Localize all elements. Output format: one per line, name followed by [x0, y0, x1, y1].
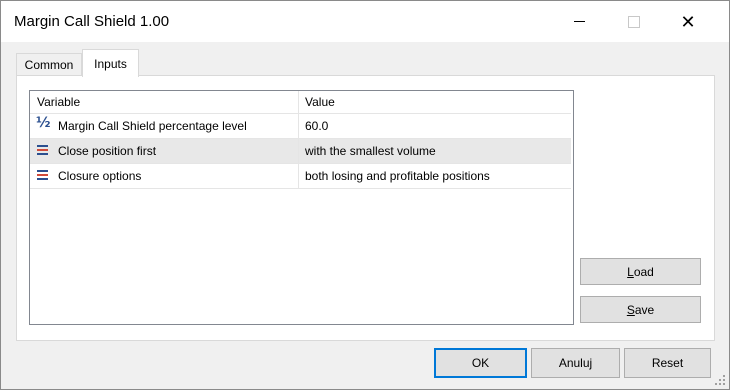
load-accelerator: L [627, 264, 634, 279]
table-row[interactable]: ½ Margin Call Shield percentage level 60… [30, 114, 571, 139]
grid-header: Variable Value [30, 91, 571, 114]
inputs-panel: Variable Value ½ Margin Call Shield perc… [16, 75, 715, 341]
maximize-icon [628, 15, 640, 28]
resize-grip-icon[interactable] [715, 375, 725, 385]
window-title: Margin Call Shield 1.00 [14, 13, 170, 30]
row-value[interactable]: with the smallest volume [305, 144, 436, 158]
tab-inputs[interactable]: Inputs [82, 49, 139, 77]
save-accelerator: S [626, 302, 635, 317]
column-header-variable[interactable]: Variable [37, 95, 80, 109]
table-row[interactable]: Closure options both losing and profitab… [30, 164, 571, 189]
close-button[interactable]: ✕ [665, 1, 711, 42]
column-divider[interactable] [298, 91, 299, 113]
minimize-button[interactable] [556, 1, 602, 42]
load-label: oad [633, 264, 654, 279]
fraction-half-icon: ½ [36, 115, 51, 131]
reset-button[interactable]: Reset [624, 348, 711, 378]
dialog-window: Margin Call Shield 1.00 ✕ Common Inputs … [0, 0, 730, 390]
row-value[interactable]: 60.0 [305, 119, 328, 133]
inputs-grid[interactable]: Variable Value ½ Margin Call Shield perc… [29, 90, 574, 325]
title-bar: Margin Call Shield 1.00 ✕ [1, 1, 729, 42]
enum-list-icon [35, 167, 51, 183]
maximize-button[interactable] [611, 1, 657, 42]
enum-list-icon [35, 142, 51, 158]
save-label: ave [634, 302, 655, 317]
minimize-icon [573, 21, 585, 22]
column-header-value[interactable]: Value [305, 95, 335, 109]
cancel-button[interactable]: Anuluj [531, 348, 620, 378]
tab-common[interactable]: Common [16, 53, 82, 76]
ok-button[interactable]: OK [434, 348, 527, 378]
table-row[interactable]: Close position first with the smallest v… [30, 139, 571, 164]
row-variable: Close position first [58, 144, 157, 158]
row-value[interactable]: both losing and profitable positions [305, 169, 490, 183]
save-button[interactable]: Save [580, 296, 701, 323]
row-variable: Margin Call Shield percentage level [58, 119, 247, 133]
close-icon: ✕ [680, 11, 696, 32]
row-variable: Closure options [58, 169, 142, 183]
load-button[interactable]: Load [580, 258, 701, 285]
